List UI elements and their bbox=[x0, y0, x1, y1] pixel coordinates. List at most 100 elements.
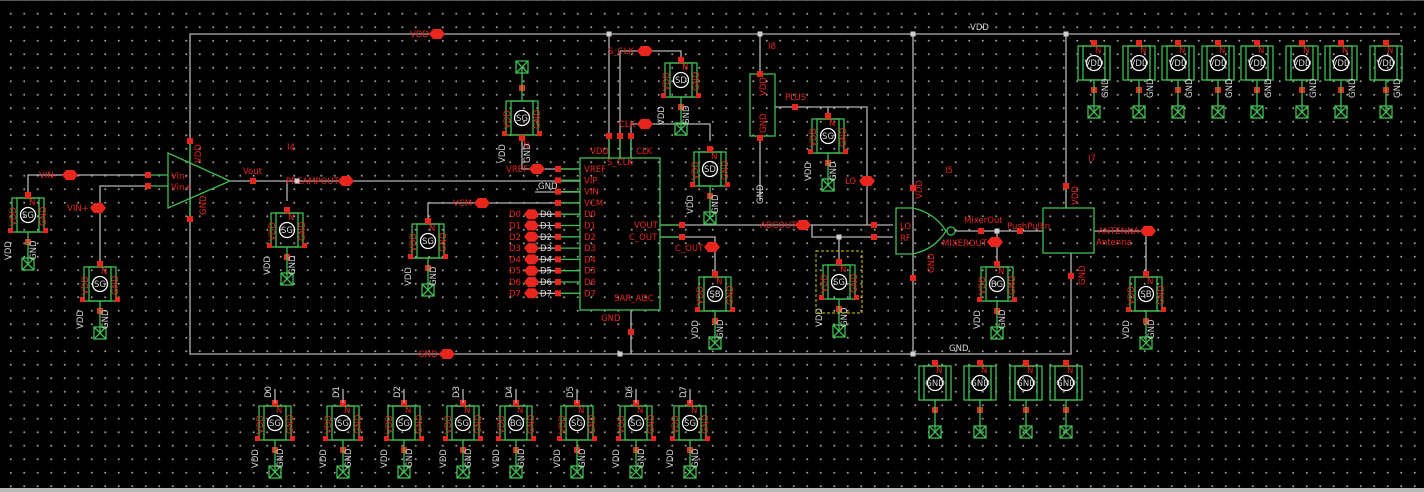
schematic[interactable]: D0D1D2D3D4D5D6D7 Vin- Vin+ Vout VDD GND … bbox=[0, 1, 1424, 492]
probe-label: GND bbox=[1016, 379, 1036, 389]
adc-pin-label: VIP bbox=[584, 176, 597, 186]
svg-text:GND: GND bbox=[439, 232, 449, 252]
svg-text:GND: GND bbox=[839, 127, 849, 147]
svg-text:GND: GND bbox=[344, 448, 354, 468]
opamp-instance: I4 bbox=[287, 143, 295, 153]
net-pin[interactable] bbox=[704, 242, 720, 252]
probe-sd[interactable]: SD N VDD GND VDD GND bbox=[686, 146, 731, 225]
probe-bg[interactable]: BG N VDD GND VDD GND bbox=[973, 261, 1018, 340]
net-pin[interactable] bbox=[859, 176, 875, 186]
bus-pin[interactable] bbox=[524, 288, 539, 299]
net-pin[interactable] bbox=[62, 170, 78, 180]
probe-vdd[interactable]: VDD N GND bbox=[1285, 40, 1319, 119]
svg-text:VDD: VDD bbox=[691, 320, 701, 339]
probe-sb[interactable]: SB N VDD GND VDD GND bbox=[1122, 271, 1167, 350]
net-pin[interactable] bbox=[1140, 226, 1156, 236]
net-pin[interactable] bbox=[439, 349, 455, 359]
bus-pin[interactable] bbox=[524, 231, 539, 242]
probe-label: SG bbox=[833, 278, 845, 288]
net-pin[interactable] bbox=[474, 198, 490, 208]
probe-sg[interactable]: SGNVDD GNDVDD GND bbox=[263, 207, 308, 286]
bus-pin[interactable] bbox=[524, 209, 539, 220]
probe-label: SG bbox=[269, 419, 281, 429]
probe-sg[interactable]: SGNVDD GNDVDD GND bbox=[815, 259, 860, 338]
svg-text:VDD: VDD bbox=[380, 449, 390, 468]
bus-pin[interactable] bbox=[524, 243, 539, 254]
svg-text:VDD: VDD bbox=[691, 161, 701, 180]
net-pin[interactable] bbox=[637, 46, 653, 56]
net-pin[interactable] bbox=[90, 203, 106, 213]
adc-pin bbox=[555, 211, 561, 218]
svg-text:GND: GND bbox=[711, 194, 721, 214]
sar-adc[interactable]: GND SAR_ADC VREFVIPVINVCMD0D0D1D1D2D2D3D… bbox=[509, 133, 685, 335]
probe-n-label: N bbox=[998, 267, 1004, 277]
probe-sg[interactable]: SG N VDD GND VDD GND D1 bbox=[319, 386, 364, 479]
probe-n-label: N bbox=[517, 406, 523, 416]
probe-gnd[interactable]: GND N bbox=[1009, 360, 1043, 439]
probe-vdd[interactable]: VDD N GND bbox=[1201, 40, 1235, 119]
probe-sg[interactable]: SG N VDD GND VDD GND D0 bbox=[251, 386, 296, 479]
probe-sg[interactable]: SG N VDD GND VDD GND D3 bbox=[439, 386, 484, 479]
probe-vdd[interactable]: VDD N GND bbox=[1161, 40, 1195, 119]
net-pin[interactable] bbox=[529, 164, 545, 174]
probe-vdd[interactable]: VDD N GND bbox=[1324, 40, 1358, 119]
svg-text:GND: GND bbox=[111, 275, 121, 295]
probe-sg[interactable]: SGNVDD GNDVDD GND bbox=[498, 60, 543, 163]
mixer-instance: I5 bbox=[945, 166, 953, 176]
bus-pin[interactable] bbox=[524, 220, 539, 231]
probe-gnd[interactable]: GND N bbox=[963, 360, 997, 439]
probe-n-label: N bbox=[1027, 366, 1033, 376]
probe-gnd[interactable]: GND N bbox=[1049, 360, 1083, 439]
mixer-vdd: VDD bbox=[915, 180, 925, 199]
bit-label: D2 bbox=[393, 386, 403, 398]
svg-text:VDD: VDD bbox=[4, 241, 14, 260]
svg-text:GND: GND bbox=[1348, 78, 1358, 98]
bus-pin[interactable] bbox=[524, 254, 539, 265]
pushpull-instance: I7 bbox=[1088, 154, 1096, 164]
adcout-label: ADCOUT bbox=[760, 221, 797, 231]
bit-label: D3 bbox=[452, 386, 462, 398]
probe-sg[interactable]: SGNVDD GNDVDD GND bbox=[76, 261, 121, 340]
probe-label: SG bbox=[337, 419, 349, 429]
clock-gnd: GND bbox=[759, 113, 769, 133]
net-pin[interactable] bbox=[987, 237, 1003, 247]
net-pin[interactable] bbox=[795, 220, 811, 230]
probe-sg[interactable]: SG N VDD GND VDD GND D5 bbox=[553, 386, 598, 479]
probe-sb[interactable]: SB N VDD GND VDD GND bbox=[691, 271, 736, 350]
bit-label: D4 bbox=[505, 386, 515, 398]
net-pin[interactable] bbox=[429, 29, 445, 39]
probe-sg[interactable]: SG N VDD GND VDD GND D2 bbox=[380, 386, 425, 479]
probe-sg[interactable]: SGNVDD GNDVDD GND bbox=[4, 192, 49, 271]
opamp[interactable]: Vin- Vin+ Vout VDD GND I4 bbox=[145, 138, 295, 222]
probes[interactable]: SGNVDD GNDVDD GNDSGNVDD GNDVDD GNDSGNVDD GNDV… bbox=[4, 40, 1403, 479]
probe-vdd[interactable]: VDD N GND bbox=[1240, 40, 1274, 119]
svg-text:GND: GND bbox=[286, 414, 296, 434]
probe-label: SG bbox=[398, 419, 410, 429]
net-pin[interactable] bbox=[637, 119, 653, 129]
probe-sg[interactable]: SG N VDD GND VDD GND D6 bbox=[612, 386, 657, 479]
bus-pin-label: D2 bbox=[509, 233, 521, 243]
probe-sg[interactable]: SGNVDD GNDVDD GND bbox=[404, 218, 449, 297]
mixerout-wire-label: MixerOut bbox=[964, 216, 1003, 226]
clock-source[interactable]: VDD GND I8 GND bbox=[749, 42, 798, 204]
probe-vdd[interactable]: VDD N GND bbox=[1369, 40, 1403, 119]
svg-text:VDD: VDD bbox=[666, 449, 676, 468]
probe-gnd[interactable]: GND N bbox=[918, 360, 952, 439]
schematic-canvas[interactable]: D0 D1 D2 D3 D4 D5 D6 D7 Vin- Vin+ Vout VDD GND … bbox=[0, 0, 1424, 492]
svg-text:VDD: VDD bbox=[503, 110, 513, 129]
probe-vdd[interactable]: VDD N GND bbox=[1077, 40, 1111, 119]
probe-n-label: N bbox=[1140, 46, 1146, 56]
bus-pin[interactable] bbox=[524, 265, 539, 276]
net-pin[interactable] bbox=[338, 176, 354, 186]
svg-text:GND: GND bbox=[691, 448, 701, 468]
svg-text:GND: GND bbox=[464, 448, 474, 468]
opamp-vout: Vout bbox=[243, 167, 263, 177]
probe-bg[interactable]: BG N VDD GND VDD GND D4 bbox=[492, 386, 537, 479]
probe-n-label: N bbox=[1067, 366, 1073, 376]
bus-pin-label: D5 bbox=[509, 267, 521, 277]
probe-sg[interactable]: SGNVDD GNDVDD GND bbox=[804, 113, 849, 192]
probe-vdd[interactable]: VDD N GND bbox=[1122, 40, 1156, 119]
bus-pin[interactable] bbox=[524, 277, 539, 287]
probe-sd[interactable]: SD N VDD GND VDD GND bbox=[657, 57, 702, 136]
probe-sg[interactable]: SG N VDD GND VDD GND D7 bbox=[666, 386, 711, 479]
